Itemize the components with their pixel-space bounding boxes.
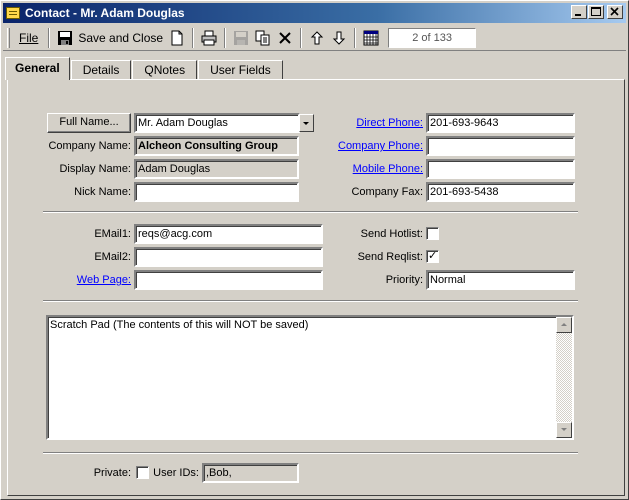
user-ids-label: User IDs:	[153, 467, 199, 479]
email1-field[interactable]: reqs@acg.com	[134, 224, 323, 244]
email2-field[interactable]	[134, 247, 323, 267]
scroll-down-button[interactable]	[556, 422, 572, 438]
nick-name-label: Nick Name:	[74, 186, 131, 198]
copy-button[interactable]	[252, 27, 274, 49]
title-bar[interactable]: Contact - Mr. Adam Douglas	[3, 3, 626, 23]
save-and-close-label: Save and Close	[78, 30, 164, 45]
delete-x-icon	[277, 30, 293, 46]
print-button[interactable]	[198, 27, 220, 49]
company-name-field[interactable]: Alcheon Consulting Group	[134, 136, 299, 156]
file-menu[interactable]: File	[13, 29, 44, 47]
toolbar-grip[interactable]	[7, 27, 10, 48]
record-counter: 2 of 133	[388, 27, 477, 48]
private-checkbox[interactable]	[136, 466, 149, 479]
toolbar-separator	[354, 27, 357, 48]
minimize-icon	[575, 14, 581, 16]
section-divider	[43, 452, 578, 454]
file-menu-label: File	[19, 30, 39, 45]
printer-icon	[201, 30, 217, 46]
new-document-icon	[169, 30, 185, 46]
full-name-dropdown-button[interactable]	[299, 114, 314, 132]
maximize-button[interactable]	[588, 5, 604, 19]
scratch-pad-text: Scratch Pad (The contents of this will N…	[50, 319, 309, 331]
arrow-up-icon	[309, 30, 325, 46]
tab-user-fields[interactable]: User Fields	[198, 60, 283, 80]
send-hotlist-label: Send Hotlist:	[360, 228, 423, 240]
copy-icon	[255, 30, 271, 46]
new-document-button[interactable]	[166, 27, 188, 49]
priority-label: Priority:	[385, 274, 423, 286]
tab-general[interactable]: General	[5, 57, 70, 80]
close-icon	[610, 7, 619, 16]
send-reqlist-label: Send Reqlist:	[357, 251, 423, 263]
priority-field[interactable]: Normal	[426, 270, 575, 290]
mobile-phone-link[interactable]: Mobile Phone:	[321, 160, 423, 178]
contact-window: Contact - Mr. Adam Douglas File Save and…	[0, 0, 629, 500]
user-ids-field[interactable]: ,Bob,	[202, 463, 299, 483]
tab-strip: General Details QNotes User Fields	[5, 57, 284, 80]
save-disk-icon	[57, 30, 73, 46]
minimize-button[interactable]	[571, 5, 587, 19]
scroll-up-button[interactable]	[556, 317, 572, 333]
tab-details[interactable]: Details	[70, 60, 132, 80]
previous-record-button[interactable]	[306, 27, 328, 49]
email2-label: EMail2:	[94, 251, 131, 263]
save-and-close-button[interactable]: Save and Close	[54, 27, 166, 49]
display-name-label: Display Name:	[59, 163, 131, 175]
send-reqlist-checkbox[interactable]: ✓	[426, 250, 439, 263]
close-button[interactable]	[607, 5, 623, 19]
private-label: Private:	[93, 467, 131, 479]
save-button[interactable]	[230, 27, 252, 49]
window-title: Contact - Mr. Adam Douglas	[25, 6, 185, 20]
mobile-phone-field[interactable]	[426, 159, 575, 179]
tab-qnotes[interactable]: QNotes	[132, 60, 198, 80]
full-name-field[interactable]: Mr. Adam Douglas	[134, 113, 300, 133]
full-name-button[interactable]: Full Name...	[47, 113, 131, 133]
scratch-pad-scrollbar[interactable]	[556, 317, 572, 438]
company-phone-field[interactable]	[426, 136, 575, 156]
window-controls	[570, 5, 623, 19]
toolbar-separator	[48, 27, 51, 48]
web-page-field[interactable]	[134, 270, 323, 290]
checkmark-icon: ✓	[428, 249, 438, 262]
toolbar-separator	[192, 27, 195, 48]
email1-label: EMail1:	[94, 228, 131, 240]
send-hotlist-checkbox[interactable]	[426, 227, 439, 240]
calendar-button[interactable]	[360, 27, 382, 49]
company-fax-field[interactable]: 201-693-5438	[426, 182, 575, 202]
company-phone-link[interactable]: Company Phone:	[321, 137, 423, 155]
nick-name-field[interactable]	[134, 182, 299, 202]
delete-button[interactable]	[274, 27, 296, 49]
display-name-field[interactable]: Adam Douglas	[134, 159, 299, 179]
direct-phone-link[interactable]: Direct Phone:	[321, 114, 423, 132]
web-page-link[interactable]: Web Page:	[31, 271, 131, 289]
save-disk-icon	[233, 30, 249, 46]
toolbar-separator	[300, 27, 303, 48]
section-divider	[43, 211, 578, 213]
arrow-down-icon	[331, 30, 347, 46]
toolbar-separator	[224, 27, 227, 48]
scratch-pad-textarea[interactable]: Scratch Pad (The contents of this will N…	[46, 315, 574, 440]
next-record-button[interactable]	[328, 27, 350, 49]
section-divider	[43, 300, 578, 302]
company-name-label: Company Name:	[48, 140, 131, 152]
calendar-icon	[363, 30, 379, 46]
direct-phone-field[interactable]: 201-693-9643	[426, 113, 575, 133]
contact-card-icon	[6, 7, 20, 19]
maximize-icon	[591, 7, 601, 16]
toolbar: File Save and Close 2 of 133	[3, 25, 626, 51]
company-fax-label: Company Fax:	[351, 186, 423, 198]
